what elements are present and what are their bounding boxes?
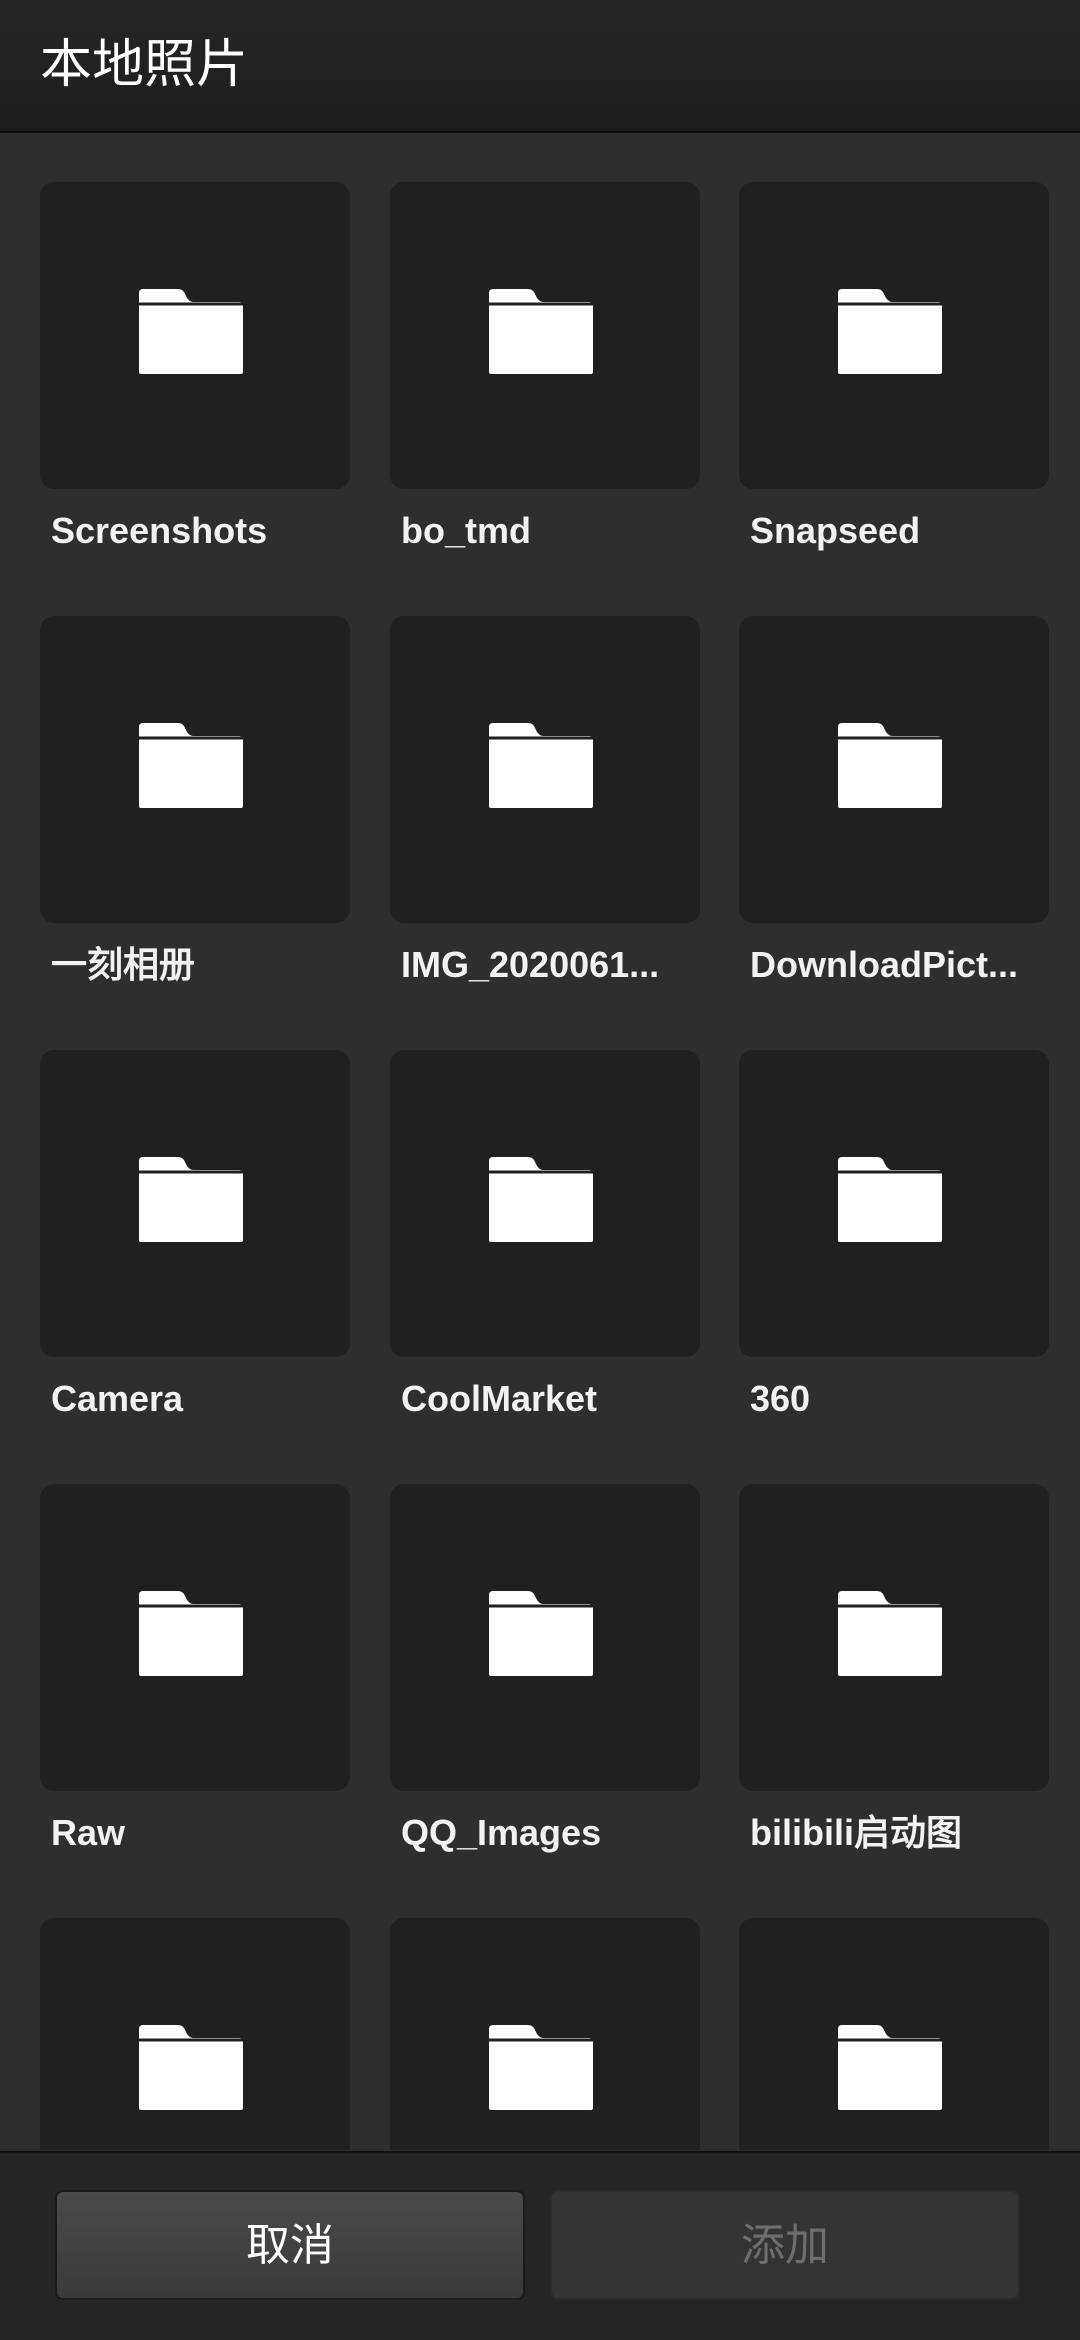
folder-icon bbox=[487, 288, 595, 376]
top-bar: 本地照片 bbox=[0, 0, 1080, 133]
folder-name: 一刻相册 bbox=[51, 944, 196, 985]
folder-icon bbox=[137, 722, 245, 810]
folder-name: QQ_Images bbox=[401, 1812, 602, 1853]
folder-name: bilibili启动图 bbox=[750, 1812, 962, 1853]
folder-tile[interactable]: CoolMarket bbox=[390, 1050, 700, 1430]
folder-icon bbox=[137, 1590, 245, 1678]
folder-name: Camera bbox=[51, 1378, 184, 1419]
folder-thumbnail[interactable] bbox=[739, 1484, 1049, 1791]
folder-icon bbox=[137, 2024, 245, 2112]
folder-thumbnail[interactable] bbox=[390, 182, 700, 489]
folder-tile[interactable]: DownloadPict... bbox=[739, 616, 1049, 996]
folder-tile[interactable]: 一刻相册 bbox=[40, 616, 350, 996]
folder-name: DownloadPict... bbox=[750, 944, 1019, 985]
folder-thumbnail[interactable] bbox=[390, 616, 700, 923]
folder-tile[interactable]: Screenshots bbox=[40, 182, 350, 562]
folder-icon bbox=[487, 722, 595, 810]
folder-tile[interactable] bbox=[40, 1918, 350, 2150]
folder-name: Screenshots bbox=[51, 510, 268, 551]
folder-thumbnail[interactable] bbox=[40, 1050, 350, 1357]
folder-thumbnail[interactable] bbox=[739, 182, 1049, 489]
folder-name: bo_tmd bbox=[401, 510, 531, 551]
folder-thumbnail[interactable] bbox=[739, 616, 1049, 923]
folder-tile[interactable]: Raw bbox=[40, 1484, 350, 1864]
folder-thumbnail[interactable] bbox=[40, 1918, 350, 2150]
page-title: 本地照片 bbox=[40, 35, 249, 95]
folder-icon bbox=[836, 2024, 944, 2112]
folder-thumbnail[interactable] bbox=[390, 1050, 700, 1357]
folder-tile[interactable]: bo_tmd bbox=[390, 182, 700, 562]
folder-icon bbox=[487, 1156, 595, 1244]
folder-name: Snapseed bbox=[750, 510, 921, 551]
folder-tile[interactable]: IMG_2020061... bbox=[390, 616, 700, 996]
folder-name: 360 bbox=[750, 1378, 811, 1419]
folder-icon bbox=[836, 722, 944, 810]
folder-tile[interactable] bbox=[739, 1918, 1049, 2150]
folder-thumbnail[interactable] bbox=[40, 182, 350, 489]
folder-icon bbox=[836, 288, 944, 376]
folder-thumbnail[interactable] bbox=[390, 1918, 700, 2150]
folder-icon bbox=[836, 1590, 944, 1678]
add-button[interactable]: 添加 bbox=[550, 2190, 1020, 2300]
folder-icon bbox=[137, 1156, 245, 1244]
folder-thumbnail[interactable] bbox=[739, 1050, 1049, 1357]
folder-tile[interactable]: Camera bbox=[40, 1050, 350, 1430]
folder-name: Raw bbox=[51, 1812, 126, 1853]
folder-icon bbox=[487, 2024, 595, 2112]
folder-icon bbox=[137, 288, 245, 376]
folder-tile[interactable] bbox=[390, 1918, 700, 2150]
cancel-button[interactable]: 取消 bbox=[55, 2190, 525, 2300]
folder-tile[interactable]: 360 bbox=[739, 1050, 1049, 1430]
folder-icon bbox=[836, 1156, 944, 1244]
folder-thumbnail[interactable] bbox=[390, 1484, 700, 1791]
photo-picker-screen: 本地照片 Screenshots bo_tmd Snapseed 一刻相册 IMG_20… bbox=[0, 0, 1080, 2340]
folder-thumbnail[interactable] bbox=[40, 616, 350, 923]
folder-grid[interactable]: Screenshots bo_tmd Snapseed 一刻相册 IMG_2020061… bbox=[0, 135, 1080, 2150]
folder-thumbnail[interactable] bbox=[40, 1484, 350, 1791]
folder-tile[interactable]: QQ_Images bbox=[390, 1484, 700, 1864]
bottom-action-bar: 取消 添加 bbox=[0, 2151, 1080, 2340]
folder-name: CoolMarket bbox=[401, 1378, 598, 1419]
folder-icon bbox=[487, 1590, 595, 1678]
folder-tile[interactable]: Snapseed bbox=[739, 182, 1049, 562]
folder-name: IMG_2020061... bbox=[401, 944, 660, 985]
folder-thumbnail[interactable] bbox=[739, 1918, 1049, 2150]
folder-tile[interactable]: bilibili启动图 bbox=[739, 1484, 1049, 1864]
